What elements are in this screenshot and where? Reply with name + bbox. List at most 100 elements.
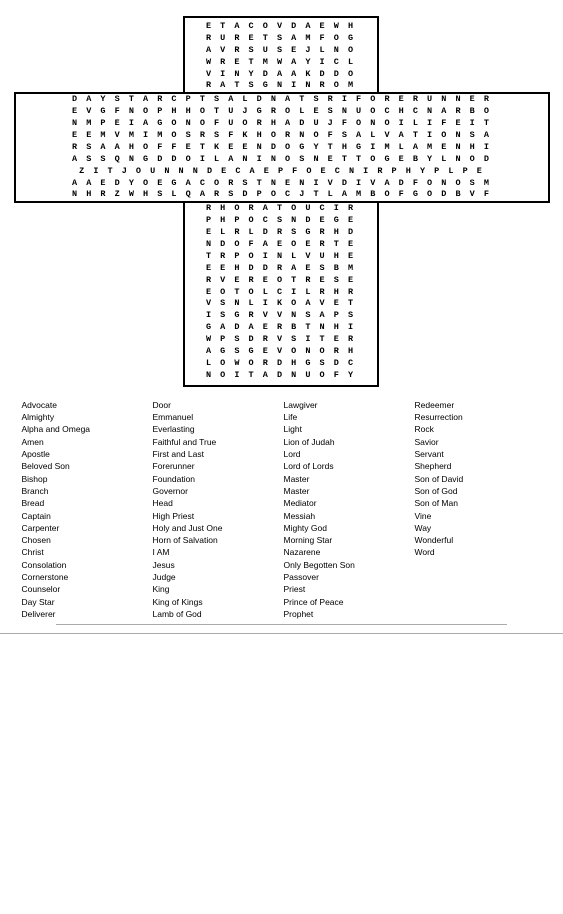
word-item: Day Star	[22, 596, 149, 608]
word-item: Lord of Lords	[284, 460, 411, 472]
word-item: Lord	[284, 448, 411, 460]
bottom-section: R H O R A T O U C I RP H P O C S N D E G…	[183, 203, 379, 386]
word-item: King	[153, 583, 280, 595]
puzzle-row: T R P O I N L V U H E	[187, 251, 375, 263]
puzzle-row: Z I T J O U N N N D E C A E P F O E C N …	[18, 166, 546, 178]
word-item: Prince of Peace	[284, 596, 411, 608]
word-item: Apostle	[22, 448, 149, 460]
word-item: Nazarene	[284, 546, 411, 558]
word-item: I AM	[153, 546, 280, 558]
divider	[56, 624, 506, 625]
word-list: AdvocateAlmightyAlpha and OmegaAmenApost…	[12, 399, 552, 621]
word-col-4: RedeemerResurrectionRockSaviorServantShe…	[415, 399, 542, 621]
word-item: Amen	[22, 436, 149, 448]
word-item: Cornerstone	[22, 571, 149, 583]
word-item: Light	[284, 423, 411, 435]
word-item: Bishop	[22, 473, 149, 485]
word-item: Lawgiver	[284, 399, 411, 411]
word-col-1: AdvocateAlmightyAlpha and OmegaAmenApost…	[22, 399, 149, 621]
word-item: Son of Man	[415, 497, 542, 509]
puzzle-row: R A T S G N I N R O M	[187, 80, 375, 92]
word-item: Jesus	[153, 559, 280, 571]
puzzle-row: E L R L D R S G R H D	[187, 227, 375, 239]
puzzle-row: W R E T M W A Y I C L	[187, 57, 375, 69]
word-item: Deliverer	[22, 608, 149, 620]
puzzle-row: N M P E I A G O N O F U O R H A D U J F …	[18, 118, 546, 130]
word-item: Almighty	[22, 411, 149, 423]
word-item: Morning Star	[284, 534, 411, 546]
puzzle-row: N H R Z W H S L Q A R S D P O C J T L A …	[18, 189, 546, 201]
word-item: Alpha and Omega	[22, 423, 149, 435]
word-item: Foundation	[153, 473, 280, 485]
puzzle-row: I S G R V V N S A P S	[187, 310, 375, 322]
puzzle-row: E O T O L C I L R H R	[187, 287, 375, 299]
word-item: Vine	[415, 510, 542, 522]
word-item: High Priest	[153, 510, 280, 522]
footer	[0, 633, 563, 647]
word-item: King of Kings	[153, 596, 280, 608]
word-item: Christ	[22, 546, 149, 558]
word-item: Horn of Salvation	[153, 534, 280, 546]
word-item: Life	[284, 411, 411, 423]
puzzle-row: L O W O R D H G S D C	[187, 358, 375, 370]
word-item: Only Begotten Son	[284, 559, 411, 571]
word-item: Head	[153, 497, 280, 509]
word-item: Master	[284, 473, 411, 485]
word-item: Forerunner	[153, 460, 280, 472]
word-item: Redeemer	[415, 399, 542, 411]
puzzle-row: E E M V M I M O S R S F K H O R N O F S …	[18, 130, 546, 142]
puzzle-row: E E H D D R A E S B M	[187, 263, 375, 275]
word-item: Bread	[22, 497, 149, 509]
word-item: Priest	[284, 583, 411, 595]
word-item: Door	[153, 399, 280, 411]
word-item: Chosen	[22, 534, 149, 546]
puzzle-row: A V R S U S E J L N O	[187, 45, 375, 57]
top-section: E T A C O V D A E W HR U R E T S A M F O…	[183, 16, 379, 92]
word-item: Beloved Son	[22, 460, 149, 472]
word-item: Faithful and True	[153, 436, 280, 448]
puzzle-row: A S S Q N G D D O I L A N I N O S N E T …	[18, 154, 546, 166]
word-item: Prophet	[284, 608, 411, 620]
word-item: Wonderful	[415, 534, 542, 546]
word-item: Emmanuel	[153, 411, 280, 423]
puzzle-row: G A D A E R B T N H I	[187, 322, 375, 334]
puzzle-row: R S A A H O F F E T K E E N D O G Y T H …	[18, 142, 546, 154]
puzzle-row: V I N Y D A A K D D O	[187, 69, 375, 81]
word-item: Captain	[22, 510, 149, 522]
word-item: Everlasting	[153, 423, 280, 435]
word-item: Word	[415, 546, 542, 558]
word-item: Carpenter	[22, 522, 149, 534]
word-item: Governor	[153, 485, 280, 497]
word-item: Lion of Judah	[284, 436, 411, 448]
word-item: First and Last	[153, 448, 280, 460]
word-item: Lamb of God	[153, 608, 280, 620]
word-item: Holy and Just One	[153, 522, 280, 534]
word-item: Son of God	[415, 485, 542, 497]
word-item: Counselor	[22, 583, 149, 595]
word-item: Advocate	[22, 399, 149, 411]
puzzle-row: W P S D R V S I T E R	[187, 334, 375, 346]
word-item: Messiah	[284, 510, 411, 522]
word-item: Mediator	[284, 497, 411, 509]
word-item: Consolation	[22, 559, 149, 571]
middle-section: D A Y S T A R C P T S A L D N A T S R I …	[14, 92, 550, 203]
puzzle-row: N O I T A D N U O F Y	[187, 370, 375, 382]
word-item: Savior	[415, 436, 542, 448]
word-item: Servant	[415, 448, 542, 460]
word-item: Son of David	[415, 473, 542, 485]
word-item: Mighty God	[284, 522, 411, 534]
puzzle-row: V S N L I K O A V E T	[187, 298, 375, 310]
puzzle-row: R H O R A T O U C I R	[187, 203, 375, 215]
puzzle-row: R U R E T S A M F O G	[187, 33, 375, 45]
word-item: Judge	[153, 571, 280, 583]
puzzle-row: N D O F A E O E R T E	[187, 239, 375, 251]
puzzle-row: A G S G E V O N O R H	[187, 346, 375, 358]
word-col-2: DoorEmmanuelEverlastingFaithful and True…	[153, 399, 280, 621]
cross-puzzle: E T A C O V D A E W HR U R E T S A M F O…	[14, 16, 550, 387]
puzzle-row: P H P O C S N D E G E	[187, 215, 375, 227]
word-item: Way	[415, 522, 542, 534]
word-item: Passover	[284, 571, 411, 583]
word-item: Shepherd	[415, 460, 542, 472]
word-item: Resurrection	[415, 411, 542, 423]
puzzle-row: E V G F N O P H H O T U J G R O L E S N …	[18, 106, 546, 118]
